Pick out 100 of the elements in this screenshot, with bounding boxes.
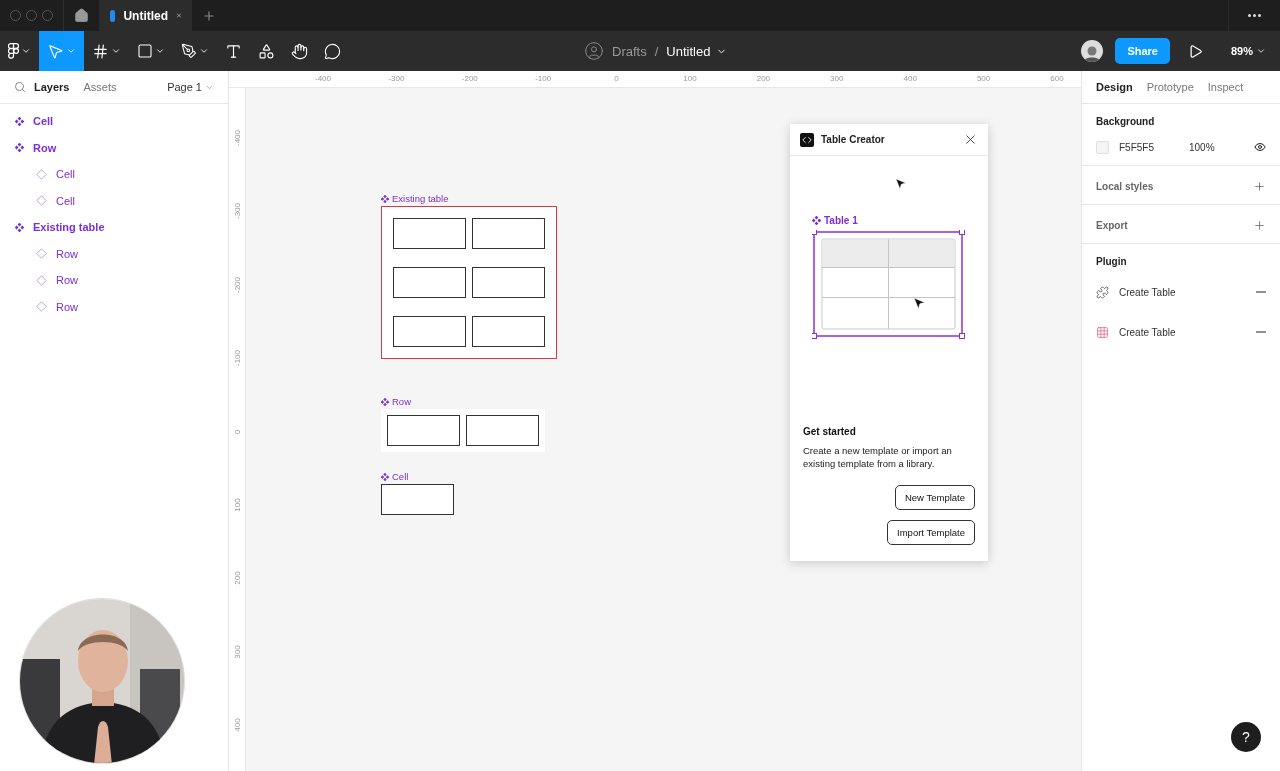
section-title: Plugin — [1096, 256, 1128, 267]
section-title: Export — [1096, 219, 1128, 231]
diamond-icon — [36, 195, 47, 207]
plugin-name[interactable]: Create Table — [1119, 286, 1176, 298]
hash-icon — [92, 42, 109, 60]
visibility-button[interactable] — [1254, 141, 1266, 153]
layer-name[interactable]: Cell — [56, 168, 75, 181]
section-heading: Get started — [803, 426, 857, 437]
ruler-label: 400 — [903, 74, 917, 83]
component-icon — [15, 116, 24, 126]
add-button[interactable] — [1253, 218, 1266, 232]
plus-icon — [1253, 179, 1266, 193]
code-icon — [800, 132, 814, 147]
ruler-label: 0 — [614, 74, 619, 83]
cursor-icon — [894, 177, 907, 190]
component-icon — [381, 472, 389, 481]
panel-tab[interactable]: Inspect — [1207, 81, 1244, 93]
ruler-label: 600 — [1050, 74, 1064, 83]
ruler-label: 300 — [232, 645, 242, 659]
ruler-label: 0 — [232, 429, 242, 434]
opacity-value[interactable]: 100% — [1189, 141, 1215, 153]
component-icon — [15, 143, 24, 153]
close-button[interactable] — [963, 132, 978, 147]
ruler-label: -100 — [535, 74, 552, 83]
template-button[interactable]: New Template — [894, 484, 975, 510]
ruler-label: -400 — [315, 74, 331, 83]
table-preview-drawing[interactable] — [812, 230, 966, 340]
ruler-label: -400 — [232, 130, 242, 146]
ruler-label: 100 — [683, 74, 697, 83]
component-icon — [15, 222, 24, 232]
frame-label[interactable]: Existing table — [392, 193, 449, 204]
play-icon — [1187, 43, 1203, 59]
ruler-label: 200 — [232, 571, 242, 586]
frame-label[interactable]: Cell — [392, 471, 409, 482]
layer-name[interactable]: Cell — [56, 194, 75, 207]
avatar[interactable] — [1081, 40, 1104, 62]
caret-icon — [155, 46, 165, 56]
more-icon — [1248, 14, 1261, 17]
color-swatch[interactable] — [1096, 140, 1109, 154]
path-separator: / — [654, 43, 659, 59]
cursor-icon — [912, 296, 926, 310]
layer-name[interactable]: Row — [56, 274, 78, 287]
caret-icon — [111, 46, 121, 56]
file-name-menu[interactable]: Untitled — [666, 43, 728, 59]
file-tab[interactable]: Untitled — [100, 0, 192, 31]
ruler-label: -300 — [388, 74, 405, 83]
caret-icon — [21, 46, 31, 56]
eye-icon — [1254, 141, 1266, 153]
layer-name[interactable]: Row — [56, 300, 78, 313]
section-title: Background — [1096, 116, 1156, 127]
panel-tab[interactable]: Layers — [34, 81, 70, 93]
layer-name[interactable]: Row — [33, 141, 57, 154]
folder-name[interactable]: Drafts — [612, 43, 647, 59]
zoom-menu[interactable]: 89% — [1220, 45, 1270, 57]
shapes-icon — [258, 42, 275, 60]
component-icon — [381, 397, 389, 406]
diamond-icon — [36, 248, 47, 260]
plus-icon — [1253, 218, 1266, 232]
user-icon — [584, 41, 604, 61]
panel-tab[interactable]: Design — [1096, 81, 1133, 93]
ruler-label: -100 — [232, 350, 242, 367]
logo-icon — [8, 43, 19, 59]
page-menu[interactable]: Page 1 — [167, 81, 214, 93]
hand-icon — [291, 42, 308, 60]
text-icon — [225, 42, 242, 60]
color-value[interactable]: F5F5F5 — [1119, 141, 1179, 153]
diamond-icon — [36, 274, 47, 286]
plus-icon — [202, 8, 216, 23]
component-frame[interactable] — [381, 409, 545, 452]
search-icon[interactable] — [14, 81, 26, 93]
close-icon — [963, 132, 978, 147]
frame-label[interactable]: Row — [392, 396, 411, 407]
minus-icon — [1256, 331, 1266, 333]
layer-name[interactable]: Row — [56, 247, 78, 260]
ruler-label: -200 — [232, 276, 242, 293]
pointer-icon — [47, 42, 64, 60]
description-text: Create a new template or import an existing template from a library. — [803, 445, 953, 471]
cell-rectangle[interactable] — [381, 484, 454, 515]
panel-tab[interactable]: Assets — [83, 81, 117, 93]
speech-bubble-icon — [324, 42, 341, 60]
caret-icon — [66, 46, 76, 56]
diamond-icon — [36, 301, 47, 313]
frame-label[interactable]: Table 1 — [824, 215, 858, 226]
component-icon — [381, 194, 389, 203]
minus-icon — [1256, 291, 1266, 293]
plugin-name[interactable]: Create Table — [1119, 326, 1176, 338]
template-button[interactable]: Import Template — [887, 519, 975, 545]
file-icon — [110, 9, 116, 22]
plugin-title: Table Creator — [821, 134, 885, 145]
ruler-label: 300 — [830, 74, 844, 83]
panel-tab[interactable]: Prototype — [1146, 81, 1194, 93]
ruler-label: 200 — [756, 74, 771, 83]
ruler-label: 500 — [976, 74, 991, 83]
pen-icon — [181, 43, 197, 59]
layer-name[interactable]: Cell — [33, 115, 54, 128]
diamond-icon — [36, 168, 47, 180]
add-button[interactable] — [1253, 179, 1266, 193]
layer-name[interactable]: Existing table — [33, 221, 105, 234]
component-frame[interactable] — [381, 206, 557, 359]
section-title: Local styles — [1096, 180, 1154, 192]
